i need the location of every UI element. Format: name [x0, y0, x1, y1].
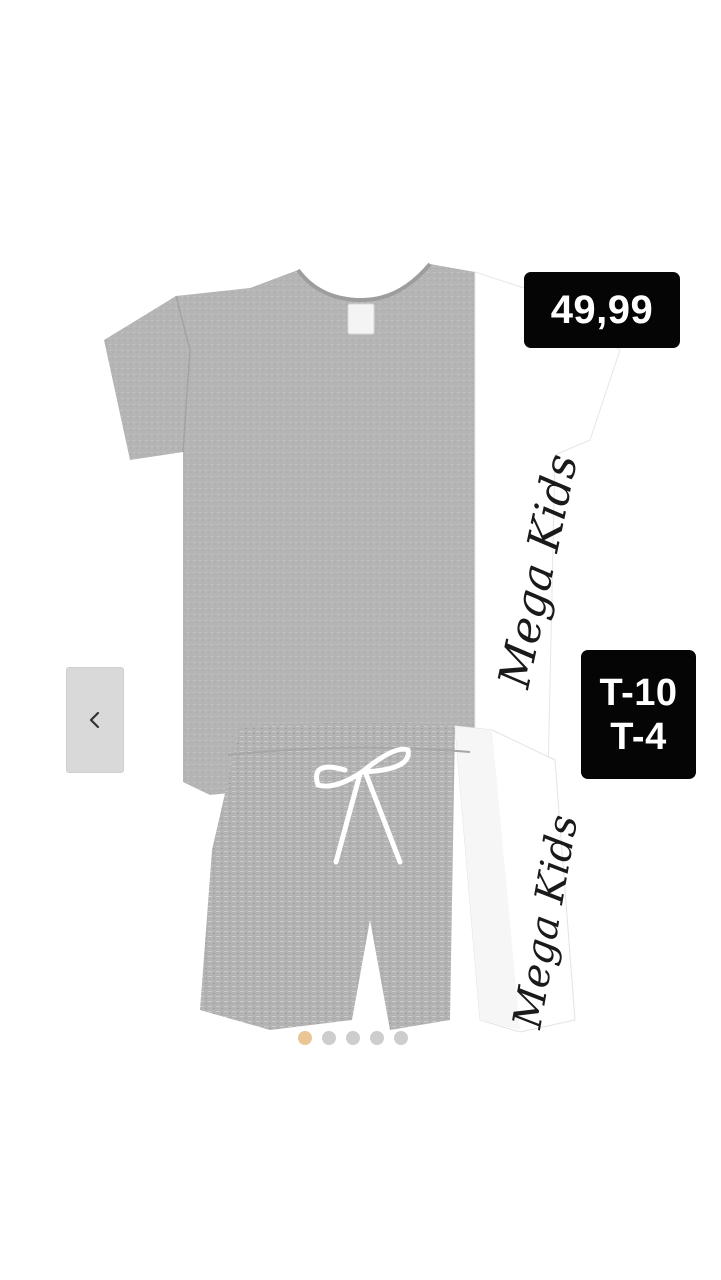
size-option: T-10: [599, 671, 678, 714]
size-badge: T-10 T-4: [581, 650, 696, 779]
carousel-dot[interactable]: [322, 1031, 336, 1045]
carousel-prev-button[interactable]: [66, 667, 124, 773]
carousel-dot[interactable]: [394, 1031, 408, 1045]
price-badge: 49,99: [524, 272, 680, 348]
chevron-left-icon: [89, 711, 100, 729]
carousel-dots: [298, 1031, 408, 1045]
product-viewer: Mega Kids Mega Kids 49,99 T-10 T-4: [0, 0, 721, 1280]
carousel-dot[interactable]: [346, 1031, 360, 1045]
size-option: T-4: [610, 715, 667, 758]
carousel-dot[interactable]: [370, 1031, 384, 1045]
product-image: Mega Kids Mega Kids: [104, 262, 621, 1033]
carousel-dot[interactable]: [298, 1031, 312, 1045]
